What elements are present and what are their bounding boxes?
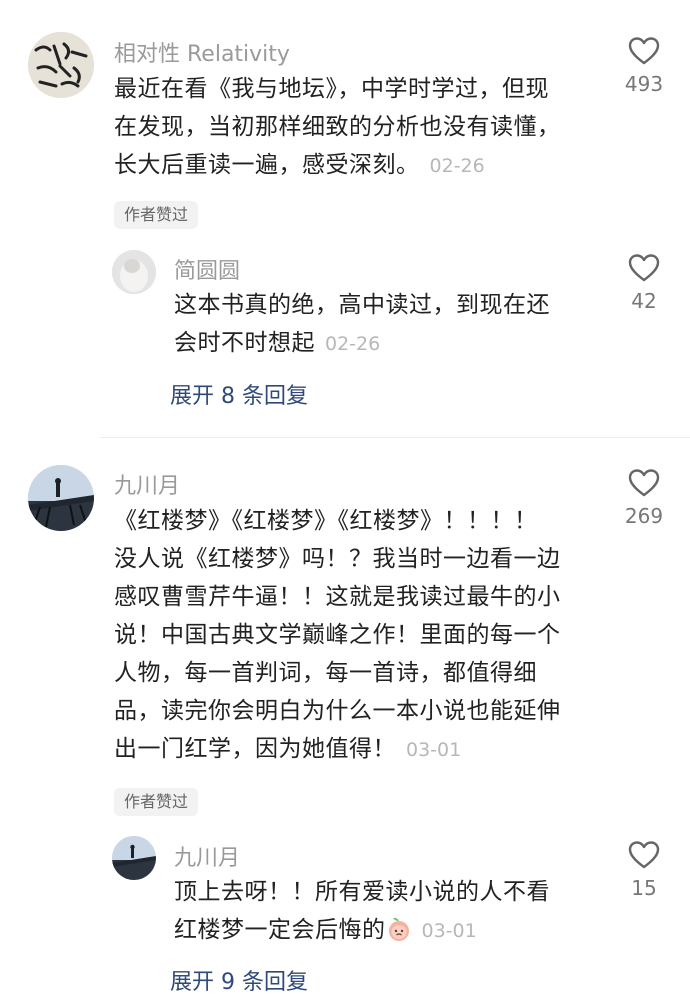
comment-text-line-content: 长大后重读一遍，感受深刻。 — [114, 152, 420, 178]
reply-text-line: 红楼梦一定会后悔的 03-01 — [174, 911, 604, 950]
comment-text-line: 长大后重读一遍，感受深刻。 02-26 — [114, 146, 614, 185]
like-count: 269 — [624, 504, 664, 528]
comment-date: 03-01 — [406, 739, 462, 761]
reply-text-line-content: 会时不时想起 — [174, 330, 315, 356]
reply-like-count: 15 — [631, 876, 657, 900]
reply-text: 这本书真的绝，高中读过，到现在还 会时不时想起 02-26 — [174, 286, 604, 363]
reply-text-line: 会时不时想起 02-26 — [174, 324, 604, 363]
heart-outline-icon — [628, 469, 660, 497]
reply-like-count: 42 — [631, 289, 657, 313]
reply-author[interactable]: 简圆圆 — [174, 253, 240, 285]
reply-author[interactable]: 九川月 — [174, 840, 240, 872]
like-button[interactable]: 269 — [614, 468, 674, 528]
comment-text-line: 没人说《红楼梦》吗！？我当时一边看一边 — [114, 546, 561, 572]
heart-outline-icon — [628, 841, 660, 869]
comment-text-line: 出一门红学，因为她值得！ 03-01 — [114, 730, 614, 769]
reply-text-line-content: 红楼梦一定会后悔的 — [174, 917, 386, 943]
reply-date: 03-01 — [421, 920, 477, 942]
comment-text-line: 在发现，当初那样细致的分析也没有读懂， — [114, 114, 561, 140]
peach-emoji-icon — [388, 917, 409, 941]
reply-avatar[interactable] — [112, 250, 156, 294]
reply-date: 02-26 — [325, 333, 381, 355]
avatar[interactable] — [28, 465, 94, 531]
reply-text: 顶上去呀！！所有爱读小说的人不看 红楼梦一定会后悔的 03-01 — [174, 873, 604, 950]
avatar[interactable] — [28, 32, 94, 98]
comment-author[interactable]: 九川月 — [114, 468, 180, 500]
comment-text: 最近在看《我与地坛》，中学时学过，但现 在发现，当初那样细致的分析也没有读懂， … — [114, 70, 614, 185]
like-button[interactable]: 493 — [614, 36, 674, 96]
comment-text-line: 说！中国古典文学巅峰之作！里面的每一个 — [114, 622, 561, 648]
heart-outline-icon — [628, 37, 660, 65]
comment-author[interactable]: 相对性 Relativity — [114, 36, 290, 68]
author-liked-badge: 作者赞过 — [114, 201, 199, 229]
comment-text-line: 感叹曹雪芹牛逼！！这就是我读过最牛的小 — [114, 584, 561, 610]
reply-like-button[interactable]: 15 — [614, 840, 674, 900]
reply-text-line: 这本书真的绝，高中读过，到现在还 — [174, 292, 550, 318]
comment-text-line-content: 出一门红学，因为她值得！ — [114, 736, 396, 762]
comment-text-line: 最近在看《我与地坛》，中学时学过，但现 — [114, 76, 549, 102]
reply-like-button[interactable]: 42 — [614, 253, 674, 313]
author-liked-badge: 作者赞过 — [114, 788, 199, 816]
comment-text-line: 品，读完你会明白为什么一本小说也能延伸 — [114, 698, 561, 724]
reply-avatar[interactable] — [112, 836, 156, 880]
heart-outline-icon — [628, 254, 660, 282]
comment-text-line: 《红楼梦》《红楼梦》《红楼梦》！！！！ — [114, 508, 538, 534]
reply-text-line: 顶上去呀！！所有爱读小说的人不看 — [174, 879, 550, 905]
comment-text-line: 人物，每一首判词，每一首诗，都值得细 — [114, 660, 537, 686]
comment-date: 02-26 — [429, 155, 485, 177]
comment-text: 《红楼梦》《红楼梦》《红楼梦》！！！！ 没人说《红楼梦》吗！？我当时一边看一边 … — [114, 502, 614, 769]
like-count: 493 — [624, 72, 664, 96]
comment-item: 相对性 Relativity 最近在看《我与地坛》，中学时学过，但现 在发现，当… — [0, 0, 690, 440]
expand-replies-button[interactable]: 展开 8 条回复 — [170, 378, 308, 410]
comment-item: 九川月 《红楼梦》《红楼梦》《红楼梦》！！！！ 没人说《红楼梦》吗！？我当时一边… — [0, 438, 690, 1006]
expand-replies-button[interactable]: 展开 9 条回复 — [170, 964, 308, 996]
